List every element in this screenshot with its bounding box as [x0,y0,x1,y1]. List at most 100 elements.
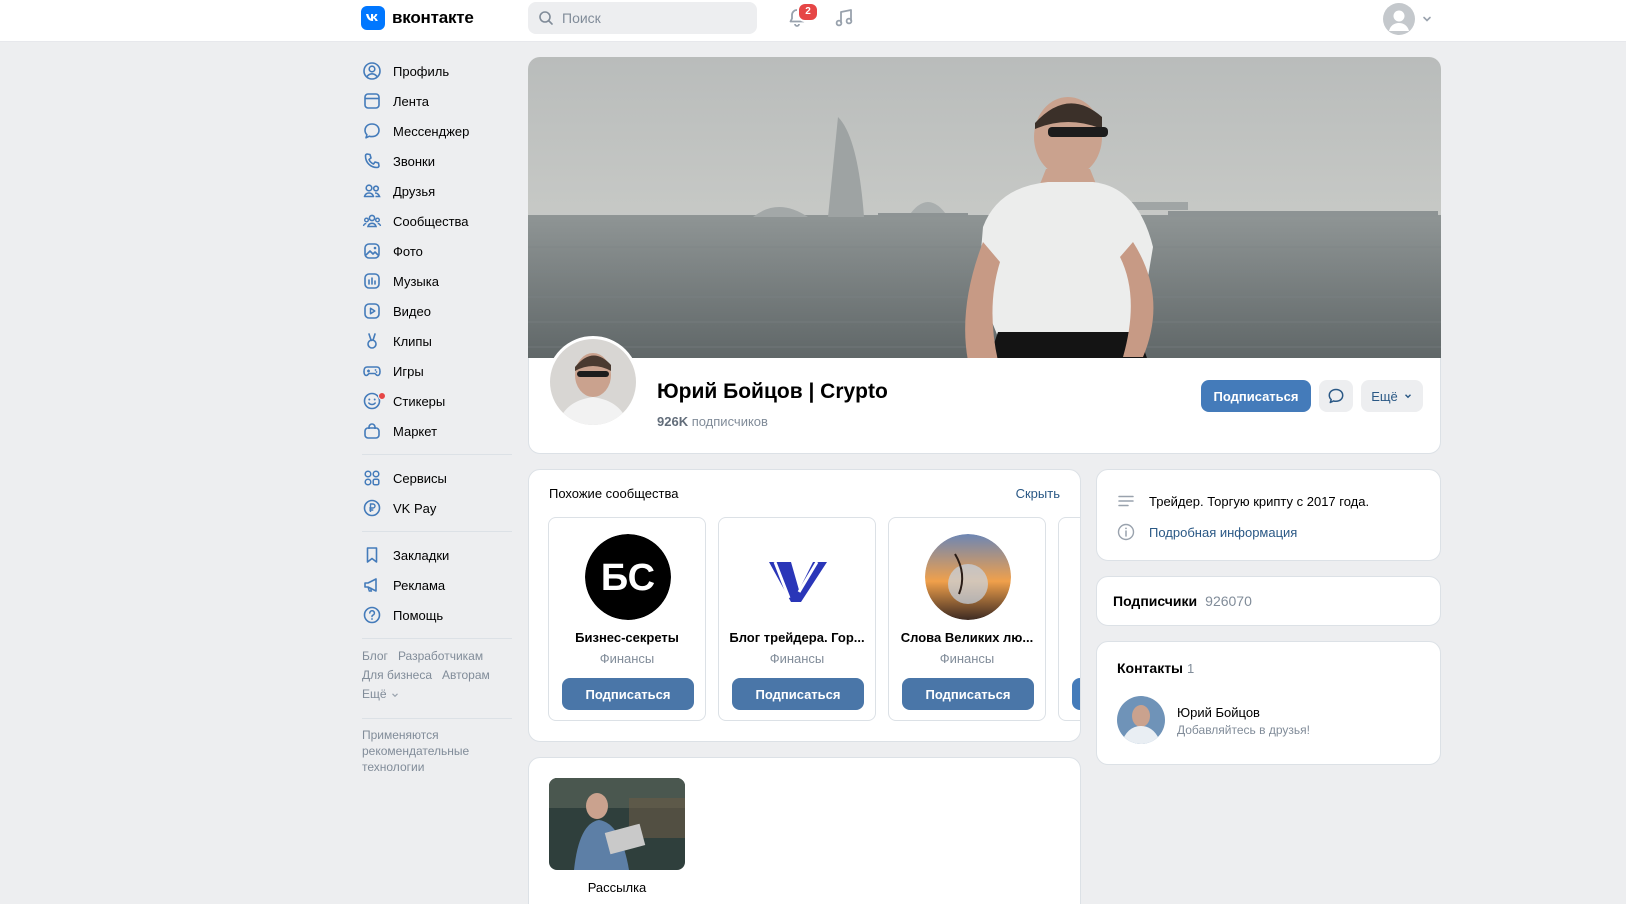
phone-icon [362,151,382,171]
sidebar-item-profile[interactable]: Профиль [362,56,512,86]
sidebar-item-label: Маркет [393,423,438,439]
sidebar-item-music[interactable]: Музыка [362,266,512,296]
vk-logo-icon [361,6,385,30]
sidebar-item-label: Игры [393,363,424,379]
music-note-icon[interactable] [832,6,856,30]
footer-link-business[interactable]: Для бизнеса [362,668,432,682]
footer-link-authors[interactable]: Авторам [442,668,490,682]
community-logo: БС [585,534,671,620]
similar-title: Похожие сообщества [549,486,679,501]
sidebar-item-label: Стикеры [393,393,446,409]
footer-link-blog[interactable]: Блог [362,649,388,663]
sidebar-item-feed[interactable]: Лента [362,86,512,116]
sidebar-item-services[interactable]: Сервисы [362,463,512,493]
community-card[interactable]: Слова Великих лю... Финансы Подписаться [888,517,1046,721]
community-subscribe-button-partial[interactable] [1072,678,1080,710]
profile-icon [362,61,382,81]
community-subscribe-button[interactable]: Подписаться [902,678,1034,710]
hide-link[interactable]: Скрыть [1016,486,1060,501]
search-icon [539,11,553,25]
sidebar-item-label: Сообщества [393,213,469,229]
text-lines-icon [1118,495,1134,507]
sidebar-item-label: Профиль [393,63,450,79]
subscribers-block[interactable]: Подписчики 926070 [1096,576,1441,626]
communities-icon [362,211,382,231]
profile-avatar[interactable] [547,336,639,428]
sidebar-divider [362,531,512,532]
footer-link-more[interactable]: Ещё [362,685,387,704]
details-link[interactable]: Подробная информация [1149,525,1297,540]
sidebar-item-label: Фото [393,243,423,259]
profile-name: Юрий Бойцов | Crypto [657,380,888,403]
community-card-partial[interactable] [1058,517,1080,721]
vkpay-icon [362,498,382,518]
sidebar-item-label: Друзья [393,183,436,199]
newsletter-thumbnail[interactable] [549,778,685,870]
search-input[interactable] [562,10,742,26]
user-avatar [1383,3,1415,35]
chevron-down-icon [1404,394,1411,399]
community-subscribe-button[interactable]: Подписаться [732,678,864,710]
chevron-down-icon [391,692,398,697]
sidebar-item-communities[interactable]: Сообщества [362,206,512,236]
footer-link-developers[interactable]: Разработчикам [398,649,483,663]
description-row: Трейдер. Торгую крипту с 2017 года. [1117,492,1369,510]
sidebar-item-bookmarks[interactable]: Закладки [362,540,512,570]
community-card[interactable]: БС Бизнес-секреты Финансы Подписаться [548,517,706,721]
vk-logo[interactable]: вконтакте [361,6,474,30]
sidebar-item-vkpay[interactable]: VK Pay [362,493,512,523]
community-description: Трейдер. Торгую крипту с 2017 года. [1149,493,1370,509]
contacts-block: Контакты 1 Юрий Бойцов Добавляйтесь в дру… [1096,641,1441,765]
message-button[interactable] [1319,380,1353,412]
footer-more[interactable]: Ещё [362,685,512,704]
sidebar-item-friends[interactable]: Друзья [362,176,512,206]
sidebar-item-market[interactable]: Маркет [362,416,512,446]
logo-text: вконтакте [392,8,474,27]
sidebar-item-photo[interactable]: Фото [362,236,512,266]
info-icon [1117,523,1135,541]
sidebar-item-label: Клипы [393,333,432,349]
sidebar-item-games[interactable]: Игры [362,356,512,386]
messenger-icon [362,121,382,141]
profile-cover [528,57,1441,361]
sidebar-item-label: Помощь [393,607,444,623]
user-menu[interactable] [1383,3,1433,35]
community-card[interactable]: Блог трейдера. Гор... Финансы Подписатьс… [718,517,876,721]
contacts-title-text: Контакты [1117,660,1184,676]
sidebar-divider [362,718,512,719]
more-button[interactable]: Ещё [1361,380,1423,412]
cover-photo [528,57,1441,361]
sidebar-item-ads[interactable]: Реклама [362,570,512,600]
more-label: Ещё [1371,388,1398,404]
left-sidebar: Профиль Лента Мессенджер Звонки Друзья С… [362,56,512,775]
community-logo-text: БС [601,557,655,599]
clips-icon [362,331,382,351]
feed-icon [362,91,382,111]
games-icon [362,361,382,381]
subscribers-title: Подписчики [1113,593,1198,609]
subscribers-label: подписчиков [691,414,768,429]
recommendation-note: Применяются рекомендательные технологии [362,728,470,774]
sidebar-item-calls[interactable]: Звонки [362,146,512,176]
contact-name[interactable]: Юрий Бойцов [1177,705,1260,720]
contact-avatar[interactable] [1117,696,1165,744]
sidebar-item-help[interactable]: Помощь [362,600,512,630]
details-row[interactable]: Подробная информация [1117,523,1297,541]
sidebar-footer-links: Блог Разработчикам Для бизнеса Авторам Ещё [362,647,512,704]
sidebar-item-stickers[interactable]: Стикеры [362,386,512,416]
similar-communities-block: Похожие сообщества Скрыть БС Бизнес-секр… [528,469,1081,742]
chevron-down-icon [1423,16,1431,22]
new-indicator-dot [378,392,386,400]
subscribe-button[interactable]: Подписаться [1201,380,1311,412]
sidebar-item-label: Видео [393,303,431,319]
community-subscribe-button[interactable]: Подписаться [562,678,694,710]
sidebar-item-label: Звонки [393,153,435,169]
sidebar-item-messenger[interactable]: Мессенджер [362,116,512,146]
bookmark-icon [362,545,382,565]
sidebar-item-label: Сервисы [393,470,447,486]
sidebar-item-clips[interactable]: Клипы [362,326,512,356]
search-box[interactable] [528,2,757,34]
contacts-title[interactable]: Контакты 1 [1117,660,1194,676]
community-name: Блог трейдера. Гор... [729,630,865,645]
sidebar-item-video[interactable]: Видео [362,296,512,326]
